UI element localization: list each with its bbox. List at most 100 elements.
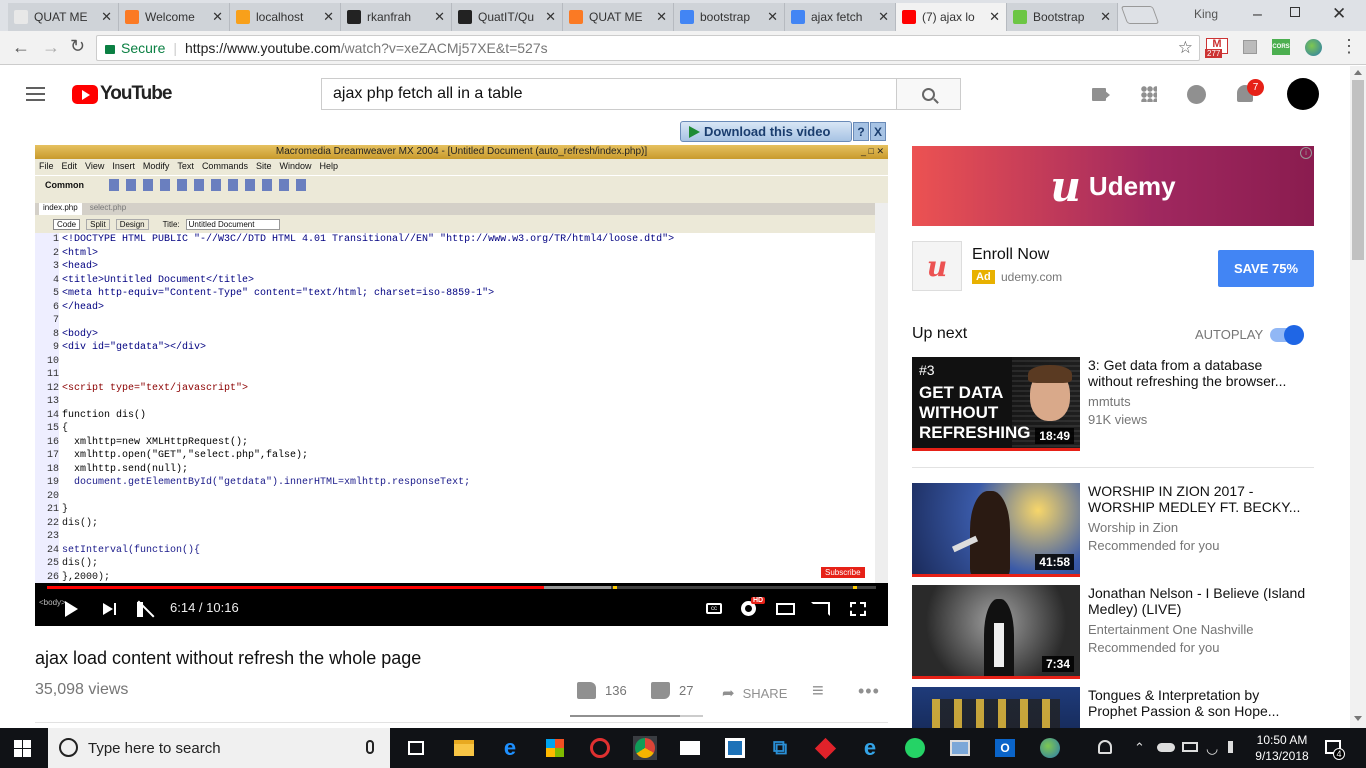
youtube-logo[interactable]: YouTube	[72, 83, 172, 105]
channel-name[interactable]: mmtuts	[1088, 394, 1131, 409]
download-video-button[interactable]: Download this video	[680, 121, 852, 142]
menu-kebab-icon[interactable]: ⋮	[1340, 36, 1358, 57]
udemy-ad-icon[interactable]: u	[912, 241, 962, 291]
battery-icon[interactable]	[1182, 742, 1198, 752]
remote-desktop-icon[interactable]	[948, 736, 972, 760]
git-app-icon[interactable]	[813, 736, 837, 760]
tab-close-icon[interactable]: ✕	[767, 9, 778, 25]
red-app-icon[interactable]	[588, 736, 612, 760]
tab-close-icon[interactable]: ✕	[545, 9, 556, 25]
video-title[interactable]: Tongues & Interpretation by Prophet Pass…	[1088, 687, 1306, 719]
profile-name[interactable]: King	[1194, 7, 1218, 21]
browser-tab[interactable]: ajax fetch ✕	[785, 3, 896, 31]
tab-close-icon[interactable]: ✕	[323, 9, 334, 25]
microphone-icon[interactable]	[366, 740, 374, 754]
avatar[interactable]	[1287, 78, 1319, 110]
tab-close-icon[interactable]: ✕	[989, 9, 1000, 25]
channel-name[interactable]: Worship in Zion	[1088, 520, 1178, 535]
play-icon[interactable]	[65, 601, 78, 617]
save-75-button[interactable]: SAVE 75%	[1218, 250, 1314, 287]
outlook-icon[interactable]: O	[993, 736, 1017, 760]
file-explorer-icon[interactable]	[452, 736, 476, 760]
internet-explorer-icon[interactable]: e	[858, 735, 882, 760]
ad-headline[interactable]: Enroll Now	[972, 246, 1049, 264]
tab-close-icon[interactable]: ✕	[1100, 9, 1111, 25]
hamburger-menu-icon[interactable]	[26, 87, 45, 101]
fullscreen-icon[interactable]	[850, 602, 866, 616]
mail-icon[interactable]	[678, 736, 702, 760]
browser-tab[interactable]: localhost ✕	[230, 3, 341, 31]
minimize-icon[interactable]: –	[1253, 6, 1262, 24]
video-thumbnail[interactable]: 7:34	[912, 585, 1080, 679]
scroll-up-arrow-icon[interactable]	[1354, 70, 1362, 75]
taskbar-clock[interactable]: 10:50 AM 9/13/2018	[1254, 732, 1310, 764]
progress-bar[interactable]	[47, 586, 876, 589]
people-icon[interactable]	[1098, 740, 1112, 754]
tab-close-icon[interactable]: ✕	[656, 9, 667, 25]
browser-tab[interactable]: (7) ajax lo ✕	[896, 3, 1007, 31]
recommended-video[interactable]: 41:58 WORSHIP IN ZION 2017 - WORSHIP MED…	[912, 483, 1314, 577]
video-title[interactable]: WORSHIP IN ZION 2017 - WORSHIP MEDLEY FT…	[1088, 483, 1306, 515]
video-player[interactable]: Macromedia Dreamweaver MX 2004 - [Untitl…	[35, 145, 888, 626]
edge-icon[interactable]: e	[498, 735, 522, 760]
captions-icon[interactable]: cc	[706, 603, 722, 614]
dislike-button[interactable]: 27	[651, 682, 693, 699]
volume-icon[interactable]	[1228, 741, 1236, 753]
page-scrollbar[interactable]	[1350, 66, 1366, 728]
back-icon[interactable]: ←	[12, 37, 30, 58]
tab-close-icon[interactable]: ✕	[878, 9, 889, 25]
whatsapp-icon[interactable]	[903, 736, 927, 760]
tab-close-icon[interactable]: ✕	[212, 9, 223, 25]
forward-icon[interactable]: →	[42, 37, 60, 58]
ad-info-icon[interactable]: i	[1300, 147, 1312, 159]
maximize-icon[interactable]	[1290, 7, 1300, 17]
share-button[interactable]: ➦ SHARE	[722, 684, 787, 702]
task-view-icon[interactable]	[404, 736, 428, 760]
cors-extension-icon[interactable]: CORS	[1272, 39, 1290, 55]
messages-icon[interactable]	[1187, 85, 1206, 104]
store-icon[interactable]	[543, 736, 567, 760]
scroll-down-arrow-icon[interactable]	[1354, 716, 1362, 721]
cast-icon[interactable]	[811, 602, 830, 616]
like-button[interactable]: 136	[577, 682, 627, 699]
video-thumbnail[interactable]	[912, 687, 1080, 728]
tray-chevron-icon[interactable]: ⌃	[1134, 740, 1145, 756]
video-title[interactable]: 3: Get data from a database without refr…	[1088, 357, 1306, 389]
download-close-icon[interactable]: X	[870, 122, 886, 141]
recommended-video[interactable]: 7:34 Jonathan Nelson - I Believe (Island…	[912, 585, 1314, 679]
windows-start-icon[interactable]	[14, 740, 31, 757]
close-icon[interactable]: ✕	[1332, 4, 1346, 24]
vscode-icon[interactable]: ⧉	[768, 736, 792, 760]
wifi-icon[interactable]: ◡	[1206, 740, 1218, 757]
add-to-playlist-icon[interactable]: ≡	[812, 680, 824, 703]
browser-tab[interactable]: QUAT ME ✕	[8, 3, 119, 31]
browser-tab[interactable]: QUAT ME ✕	[563, 3, 674, 31]
video-thumbnail[interactable]: 41:58	[912, 483, 1080, 577]
next-video-icon[interactable]	[103, 603, 113, 615]
bracket-app-icon[interactable]	[723, 736, 747, 760]
tab-close-icon[interactable]: ✕	[101, 9, 112, 25]
browser-tab[interactable]: bootstrap ✕	[674, 3, 785, 31]
bookmark-star-icon[interactable]: ☆	[1178, 38, 1193, 58]
reload-icon[interactable]: ↻	[70, 36, 85, 57]
address-bar[interactable]: Secure | https://www.youtube.com /watch?…	[96, 35, 1200, 61]
browser-tab[interactable]: Welcome ✕	[119, 3, 230, 31]
recommended-video[interactable]: Tongues & Interpretation by Prophet Pass…	[912, 687, 1314, 728]
search-input[interactable]: ajax php fetch all in a table	[321, 78, 897, 110]
browser-tab[interactable]: QuatIT/Qu ✕	[452, 3, 563, 31]
apps-grid-icon[interactable]	[1141, 86, 1157, 102]
channel-name[interactable]: Entertainment One Nashville	[1088, 622, 1253, 637]
chrome-icon[interactable]	[633, 736, 657, 760]
new-tab-button[interactable]	[1120, 6, 1160, 24]
up-next-video[interactable]: #3 GET DATA WITHOUT REFRESHING 18:49 3: …	[912, 357, 1314, 451]
gmail-extension-icon[interactable]: M 277	[1205, 38, 1228, 58]
onedrive-icon[interactable]	[1157, 743, 1175, 752]
video-title[interactable]: Jonathan Nelson - I Believe (Island Medl…	[1088, 585, 1306, 617]
browser-tab[interactable]: Bootstrap ✕	[1007, 3, 1118, 31]
scrollbar-thumb[interactable]	[1352, 80, 1364, 260]
search-button[interactable]	[897, 78, 961, 110]
video-thumbnail[interactable]: #3 GET DATA WITHOUT REFRESHING 18:49	[912, 357, 1080, 451]
more-actions-icon[interactable]: •••	[858, 681, 880, 702]
taskbar-search-box[interactable]: Type here to search	[48, 728, 390, 768]
udemy-banner-ad[interactable]: u Udemy	[912, 146, 1314, 226]
